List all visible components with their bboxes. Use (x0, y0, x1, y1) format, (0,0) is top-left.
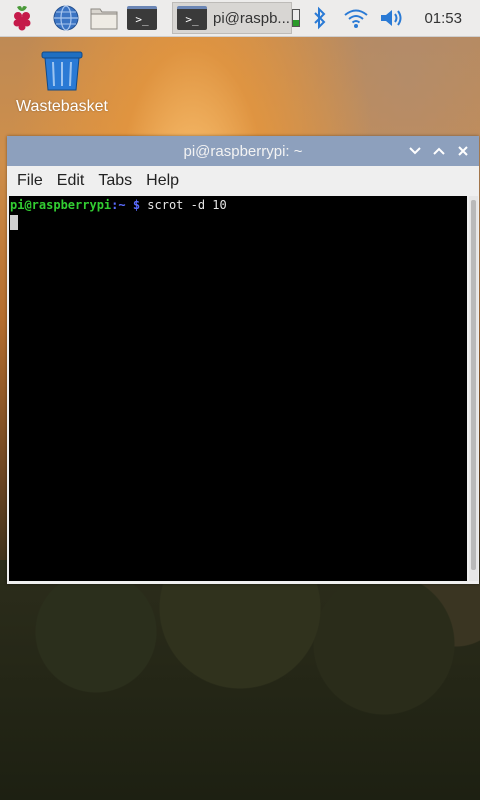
menu-help[interactable]: Help (146, 172, 179, 190)
wallpaper-foliage (0, 560, 480, 800)
web-browser-icon[interactable] (50, 0, 82, 36)
task-label: pi@raspb... (213, 9, 290, 27)
menu-file[interactable]: File (17, 172, 43, 190)
close-icon[interactable] (451, 139, 475, 163)
command-text: scrot -d 10 (140, 198, 227, 212)
terminal-output[interactable]: pi@raspberrypi:~ $ scrot -d 10 (9, 196, 467, 581)
menu-edit[interactable]: Edit (57, 172, 85, 190)
wastebasket-desktop-icon[interactable]: Wastebasket (12, 50, 112, 116)
terminal-glyph: >_ (127, 6, 157, 30)
window-controls (403, 136, 475, 166)
wastebasket-label: Wastebasket (16, 98, 108, 115)
volume-icon[interactable] (376, 3, 406, 33)
text-cursor (10, 215, 18, 230)
clock[interactable]: 01:53 (424, 10, 462, 27)
bluetooth-icon[interactable] (308, 3, 332, 33)
menubar: File Edit Tabs Help (7, 166, 479, 196)
trash-icon (41, 51, 83, 91)
file-manager-icon[interactable] (88, 0, 120, 36)
wifi-icon[interactable] (340, 3, 372, 33)
system-tray: 01:53 (292, 0, 480, 36)
menu-tabs[interactable]: Tabs (98, 172, 132, 190)
terminal-window: pi@raspberrypi: ~ File Edit Tabs Help pi… (7, 136, 479, 584)
cpu-monitor-icon[interactable] (292, 9, 301, 27)
scrollbar-thumb[interactable] (471, 200, 476, 570)
minimize-icon[interactable] (403, 139, 427, 163)
window-titlebar[interactable]: pi@raspberrypi: ~ (7, 136, 479, 166)
prompt-path: :~ $ (111, 198, 141, 212)
taskbar: >_ >_ pi@raspb... 01:53 (0, 0, 480, 37)
terminal-line: pi@raspberrypi:~ $ scrot -d 10 (10, 198, 467, 212)
window-title: pi@raspberrypi: ~ (183, 142, 303, 160)
terminal-scrollbar[interactable] (469, 196, 478, 581)
task-terminal-window[interactable]: >_ pi@raspb... (172, 2, 292, 34)
raspberry-menu-icon[interactable] (6, 0, 38, 36)
terminal-launcher-icon[interactable]: >_ (126, 0, 158, 36)
terminal-icon: >_ (177, 6, 207, 30)
prompt-user: pi@raspberrypi (10, 198, 112, 212)
maximize-icon[interactable] (427, 139, 451, 163)
